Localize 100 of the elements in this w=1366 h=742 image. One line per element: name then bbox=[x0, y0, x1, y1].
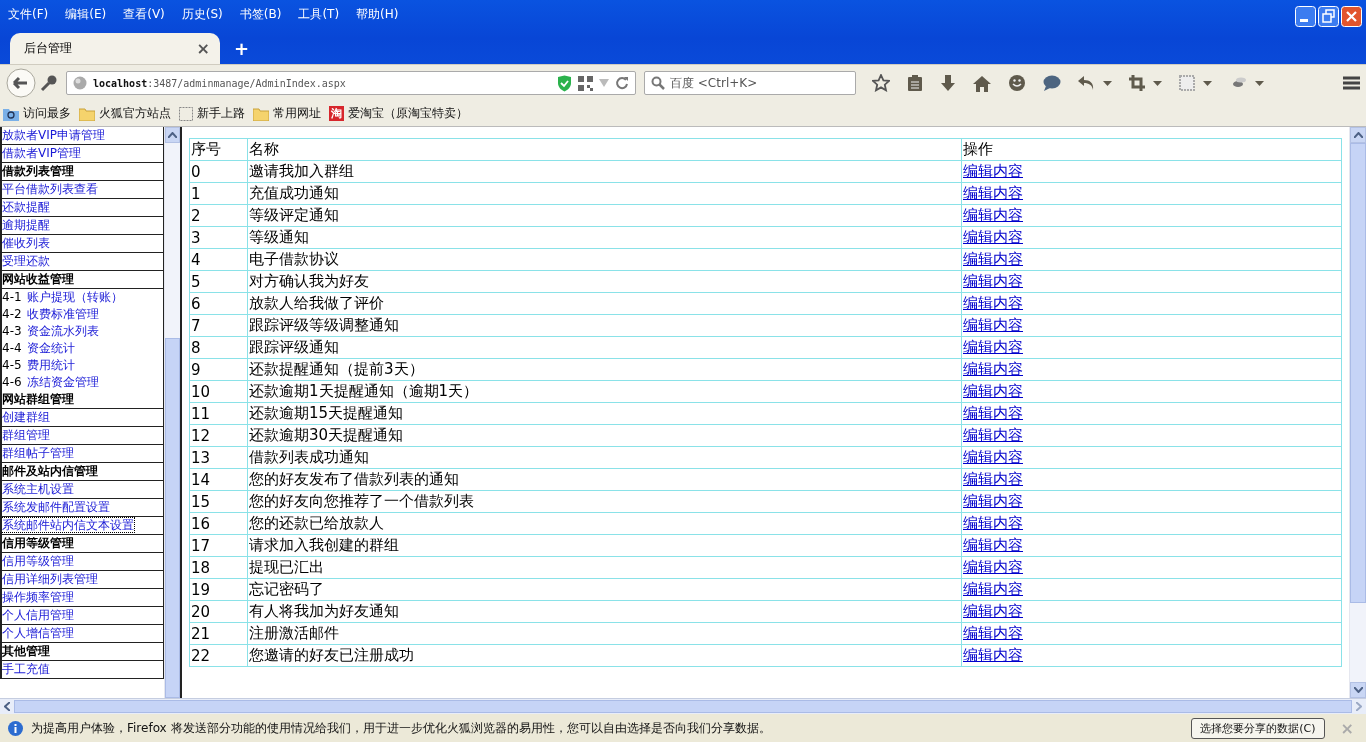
qr-code-icon[interactable] bbox=[578, 75, 593, 91]
scrollbar[interactable] bbox=[1349, 127, 1366, 698]
scroll-left-icon[interactable] bbox=[4, 702, 10, 711]
table-cell: 充值成功通知 bbox=[249, 184, 339, 202]
menu-icon[interactable] bbox=[1343, 76, 1360, 90]
back-icon[interactable] bbox=[6, 68, 36, 98]
edit-link[interactable]: 编辑内容 bbox=[963, 206, 1023, 224]
dropdown-icon[interactable] bbox=[1203, 80, 1212, 86]
edit-link[interactable]: 编辑内容 bbox=[963, 250, 1023, 268]
bookmark-item[interactable]: 火狐官方站点 bbox=[79, 105, 171, 122]
table-cell: 请求加入我创建的群组 bbox=[249, 536, 399, 554]
sidebar-link[interactable]: 资金流水列表 bbox=[25, 323, 100, 339]
browser-tab[interactable]: 后台管理 × bbox=[10, 33, 220, 64]
scroll-thumb[interactable] bbox=[1350, 143, 1366, 603]
menu-item[interactable]: 文件(F) bbox=[8, 5, 49, 23]
edit-link[interactable]: 编辑内容 bbox=[963, 294, 1023, 312]
edit-link[interactable]: 编辑内容 bbox=[963, 184, 1023, 202]
edit-link[interactable]: 编辑内容 bbox=[963, 558, 1023, 576]
bookmark-item[interactable]: 新手上路 bbox=[179, 105, 245, 122]
item-number: 4-5 bbox=[2, 358, 22, 372]
reload-icon[interactable] bbox=[615, 76, 629, 90]
sidebar-link[interactable]: 账户提现（转账） bbox=[25, 289, 124, 305]
crop-icon[interactable] bbox=[1129, 75, 1145, 91]
edit-link[interactable]: 编辑内容 bbox=[963, 426, 1023, 444]
sidebar-link[interactable]: 系统邮件站内信文本设置 bbox=[2, 517, 135, 533]
clipboard-icon[interactable] bbox=[907, 74, 923, 92]
edit-link[interactable]: 编辑内容 bbox=[963, 602, 1023, 620]
edit-link[interactable]: 编辑内容 bbox=[963, 162, 1023, 180]
scrollbar[interactable] bbox=[164, 127, 180, 698]
edit-link[interactable]: 编辑内容 bbox=[963, 514, 1023, 532]
edit-link[interactable]: 编辑内容 bbox=[963, 382, 1023, 400]
scroll-thumb[interactable] bbox=[14, 700, 1352, 713]
bookmark-item[interactable]: 访问最多 bbox=[3, 105, 71, 122]
edit-link[interactable]: 编辑内容 bbox=[963, 360, 1023, 378]
search-field[interactable]: 百度 <Ctrl+K> bbox=[670, 76, 840, 90]
edit-link[interactable]: 编辑内容 bbox=[963, 492, 1023, 510]
item-number: 4-3 bbox=[2, 324, 22, 338]
table-cell: 18 bbox=[191, 558, 211, 577]
edit-link[interactable]: 编辑内容 bbox=[963, 470, 1023, 488]
scroll-up-icon[interactable] bbox=[1353, 132, 1363, 138]
table-cell: 17 bbox=[191, 536, 211, 555]
search-box[interactable]: 百度 <Ctrl+K> bbox=[644, 71, 856, 95]
sidebar-link[interactable]: 收费标准管理 bbox=[25, 306, 100, 322]
menu-item[interactable]: 工具(T) bbox=[298, 5, 340, 23]
edit-link[interactable]: 编辑内容 bbox=[963, 536, 1023, 554]
folder-icon bbox=[253, 106, 269, 121]
table-cell: 2 bbox=[191, 206, 201, 225]
globe-icon bbox=[73, 76, 87, 90]
tab-close-button[interactable]: × bbox=[196, 39, 210, 58]
table-cell: 6 bbox=[191, 294, 201, 313]
bookmark-item[interactable]: 常用网址 bbox=[253, 105, 321, 122]
menu-item[interactable]: 编辑(E) bbox=[65, 5, 107, 23]
home-icon[interactable] bbox=[973, 74, 991, 92]
close-icon[interactable] bbox=[1341, 6, 1362, 27]
table-cell: 3 bbox=[191, 228, 201, 247]
edit-link[interactable]: 编辑内容 bbox=[963, 404, 1023, 422]
column-header: 序号 bbox=[189, 138, 248, 161]
table-cell: 忘记密码了 bbox=[249, 580, 324, 598]
minimize-icon[interactable] bbox=[1295, 6, 1316, 27]
menu-item[interactable]: 帮助(H) bbox=[356, 5, 399, 23]
edit-link[interactable]: 编辑内容 bbox=[963, 338, 1023, 356]
scroll-thumb[interactable] bbox=[165, 338, 180, 698]
edit-link[interactable]: 编辑内容 bbox=[963, 448, 1023, 466]
table-cell: 11 bbox=[191, 404, 211, 423]
sidebar-link[interactable]: 资金统计 bbox=[25, 340, 76, 356]
undo-icon[interactable] bbox=[1078, 75, 1095, 91]
menu-item[interactable]: 书签(B) bbox=[239, 5, 282, 23]
dropdown-icon[interactable] bbox=[1103, 80, 1112, 86]
restore-icon[interactable] bbox=[1318, 6, 1339, 27]
edit-link[interactable]: 编辑内容 bbox=[963, 228, 1023, 246]
new-tab-button[interactable]: + bbox=[234, 38, 250, 64]
item-number: 4-6 bbox=[2, 375, 22, 389]
edit-link[interactable]: 编辑内容 bbox=[963, 272, 1023, 290]
table-cell: 20 bbox=[191, 602, 211, 621]
address-bar[interactable]: localhost:3487/adminmanage/AdminIndex.aspx bbox=[66, 71, 636, 95]
edit-link[interactable]: 编辑内容 bbox=[963, 580, 1023, 598]
smiley-icon[interactable] bbox=[1008, 74, 1026, 92]
table-cell: 电子借款协议 bbox=[249, 250, 339, 268]
edit-link[interactable]: 编辑内容 bbox=[963, 646, 1023, 664]
table-cell: 还款逾期15天提醒通知 bbox=[249, 404, 404, 422]
menu-item[interactable]: 查看(V) bbox=[123, 5, 165, 23]
menu-item[interactable]: 历史(S) bbox=[181, 5, 223, 23]
dropdown-icon[interactable] bbox=[1153, 80, 1162, 86]
dashed-square-icon bbox=[179, 106, 193, 121]
sidebar-link[interactable]: 费用统计 bbox=[25, 357, 76, 373]
share-data-button[interactable]: 选择您要分享的数据(C) bbox=[1191, 717, 1325, 739]
edit-link[interactable]: 编辑内容 bbox=[963, 316, 1023, 334]
table-cell: 还款逾期1天提醒通知（逾期1天） bbox=[249, 382, 479, 400]
bookmark-item[interactable]: 淘 爱淘宝（原淘宝特卖） bbox=[329, 105, 468, 122]
dropdown-icon[interactable] bbox=[1255, 80, 1264, 86]
shield-icon bbox=[557, 74, 572, 92]
horizontal-scrollbar[interactable] bbox=[0, 698, 1366, 714]
edit-link[interactable]: 编辑内容 bbox=[963, 624, 1023, 642]
download-icon[interactable] bbox=[940, 74, 956, 92]
sidebar-link[interactable]: 冻结资金管理 bbox=[25, 374, 100, 390]
star-icon[interactable] bbox=[872, 74, 890, 92]
chat-bubble-icon[interactable] bbox=[1043, 75, 1061, 91]
scroll-down-icon[interactable] bbox=[1353, 687, 1363, 693]
scroll-up-icon[interactable] bbox=[168, 132, 178, 138]
key-icon bbox=[40, 74, 58, 92]
